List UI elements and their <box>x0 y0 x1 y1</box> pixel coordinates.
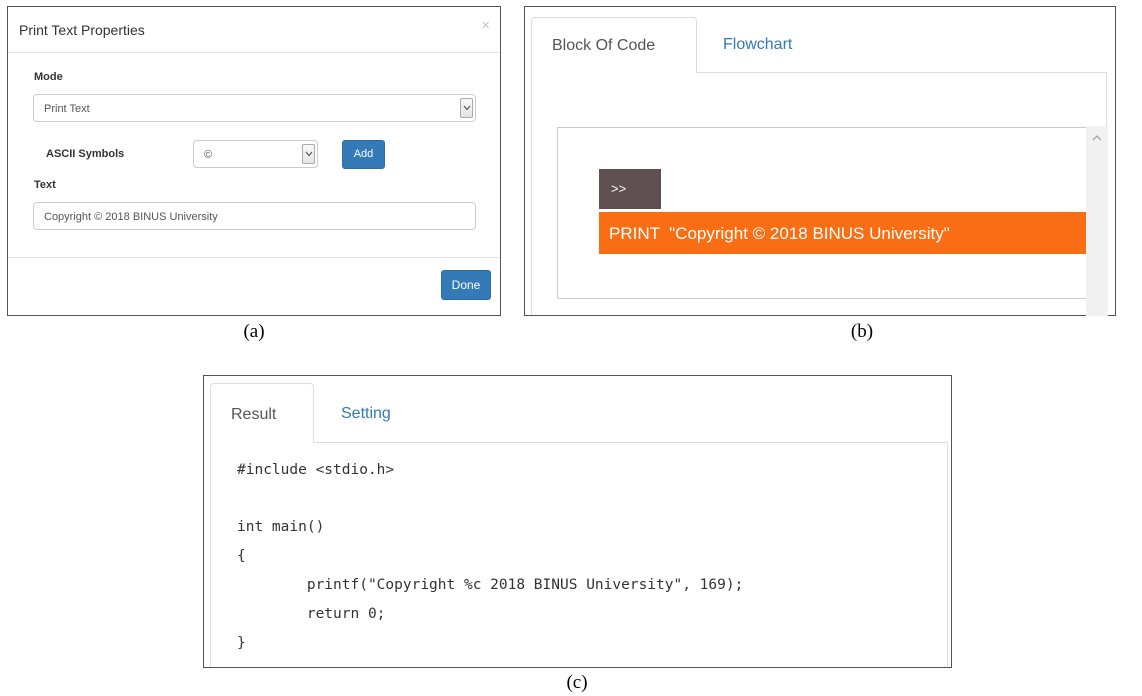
tab-result[interactable]: Result <box>210 383 314 443</box>
code-line: { <box>237 548 246 564</box>
code-output-area: #include <stdio.h> int main() { printf("… <box>210 442 948 667</box>
tab-label: Flowchart <box>723 36 793 53</box>
text-input-value: Copyright © 2018 BINUS University <box>44 211 218 223</box>
code-line: int main() <box>237 519 325 535</box>
code-line: } <box>237 635 246 651</box>
ascii-symbols-label: ASCII Symbols <box>46 148 125 160</box>
mode-select[interactable]: Print Text <box>33 94 476 122</box>
close-icon[interactable]: × <box>481 17 490 34</box>
tab-label: Result <box>231 406 277 423</box>
caption-a: (a) <box>243 321 265 342</box>
dialog-footer-divider <box>8 257 500 258</box>
dialog-header: Print Text Properties × <box>8 7 500 53</box>
print-text-properties-dialog: Print Text Properties × Mode Print Text … <box>7 6 501 316</box>
vertical-scrollbar[interactable] <box>1086 126 1108 316</box>
add-button[interactable]: Add <box>342 140 385 169</box>
result-panel: Result Setting #include <stdio.h> int ma… <box>203 375 952 668</box>
tab-flowchart[interactable]: Flowchart <box>705 17 815 73</box>
mode-label: Mode <box>34 71 63 83</box>
chevron-down-icon <box>302 144 315 164</box>
dialog-title: Print Text Properties <box>19 22 145 38</box>
code-line: #include <stdio.h> <box>237 462 395 478</box>
print-block-label: PRINT "Copyright © 2018 BINUS University… <box>609 224 950 243</box>
mode-select-value: Print Text <box>44 103 90 115</box>
code-line: return 0; <box>237 606 386 622</box>
text-input[interactable]: Copyright © 2018 BINUS University <box>33 202 476 230</box>
scroll-up-arrow-icon[interactable] <box>1092 134 1102 141</box>
caption-c: (c) <box>566 672 588 693</box>
tab-block-of-code[interactable]: Block Of Code <box>531 17 697 73</box>
done-button[interactable]: Done <box>441 270 491 300</box>
tab-label: Block Of Code <box>552 37 656 54</box>
ascii-symbol-value: © <box>204 149 213 161</box>
run-block[interactable]: >> <box>599 169 661 209</box>
tab-label: Setting <box>341 405 391 422</box>
tab-setting[interactable]: Setting <box>319 383 419 443</box>
chevron-down-icon <box>460 98 473 118</box>
print-block[interactable]: PRINT "Copyright © 2018 BINUS University… <box>599 212 1086 254</box>
ascii-symbol-select[interactable]: © <box>193 140 318 168</box>
code-line: printf("Copyright %c 2018 BINUS Universi… <box>237 577 744 593</box>
text-label: Text <box>34 179 56 191</box>
run-block-label: >> <box>611 181 627 196</box>
caption-b: (b) <box>850 321 874 342</box>
